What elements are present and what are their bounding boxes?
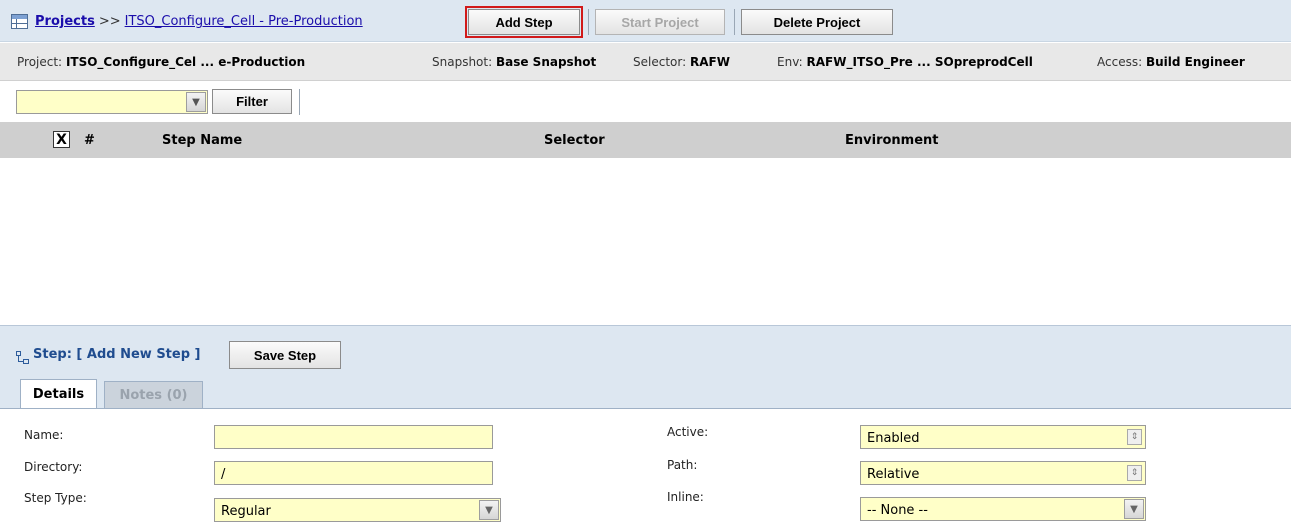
filter-divider [299, 89, 300, 115]
selector-value: RAFW [689, 55, 730, 69]
start-project-button[interactable]: Start Project [595, 9, 725, 35]
step-type-label: Step Type: [24, 491, 87, 505]
env-info: Env: RAFW_ITSO_Pre ... SOpreprodCell [777, 55, 1033, 69]
directory-label: Directory: [24, 460, 83, 474]
filter-combo[interactable]: ▼ [16, 90, 208, 114]
inline-select[interactable]: -- None -- ▼ [860, 497, 1146, 521]
breadcrumb-separator: >> [98, 14, 121, 29]
selector-info: Selector: RAFW [633, 55, 730, 69]
inline-label: Inline: [667, 490, 704, 504]
filter-button[interactable]: Filter [212, 89, 292, 114]
step-icon [16, 351, 30, 365]
tab-notes[interactable]: Notes (0) [104, 381, 203, 408]
access-info: Access: Build Engineer [1097, 55, 1245, 69]
directory-field-value: / [221, 467, 226, 482]
delete-project-button[interactable]: Delete Project [741, 9, 893, 35]
active-value: Enabled [867, 431, 920, 446]
toolbar-divider [588, 9, 589, 35]
path-label: Path: [667, 458, 698, 472]
selector-label: Selector: [633, 55, 687, 69]
snapshot-info: Snapshot: Base Snapshot [432, 55, 596, 69]
active-label: Active: [667, 425, 709, 439]
env-label: Env: [777, 55, 803, 69]
project-value: ITSO_Configure_Cel ... e-Production [65, 55, 306, 69]
access-value: Build Engineer [1145, 55, 1245, 69]
save-step-button[interactable]: Save Step [229, 341, 341, 369]
tab-details[interactable]: Details [20, 379, 97, 409]
path-select[interactable]: Relative ⇕ [860, 461, 1146, 485]
column-environment[interactable]: Environment [845, 133, 939, 148]
inline-value: -- None -- [867, 503, 928, 518]
name-field[interactable] [214, 425, 493, 449]
breadcrumb-projects-link[interactable]: Projects [35, 14, 95, 29]
spinner-icon[interactable]: ⇕ [1127, 465, 1142, 481]
snapshot-value: Base Snapshot [495, 55, 597, 69]
project-info: Project: ITSO_Configure_Cel ... e-Produc… [17, 55, 305, 69]
chevron-down-icon[interactable]: ▼ [1124, 499, 1144, 519]
breadcrumb: Projects >> ITSO_Configure_Cell - Pre-Prod… [35, 14, 363, 29]
spinner-icon[interactable]: ⇕ [1127, 429, 1142, 445]
column-number[interactable]: # [84, 133, 95, 148]
step-type-select[interactable]: Regular ▼ [214, 498, 501, 522]
chevron-down-icon[interactable]: ▼ [479, 500, 499, 520]
snapshot-label: Snapshot: [432, 55, 493, 69]
chevron-down-icon[interactable]: ▼ [186, 92, 206, 112]
path-value: Relative [867, 467, 920, 482]
access-label: Access: [1097, 55, 1143, 69]
column-step-name[interactable]: Step Name [162, 133, 242, 148]
steps-grid-body [0, 158, 1291, 325]
add-step-button[interactable]: Add Step [465, 6, 583, 38]
toolbar-divider [734, 9, 735, 35]
active-select[interactable]: Enabled ⇕ [860, 425, 1146, 449]
step-title: Step: [ Add New Step ] [33, 347, 201, 362]
breadcrumb-project-link[interactable]: ITSO_Configure_Cell - Pre-Production [125, 14, 363, 29]
env-value: RAFW_ITSO_Pre ... SOpreprodCell [806, 55, 1033, 69]
directory-field[interactable]: / [214, 461, 493, 485]
steps-grid-header: X # Step Name Selector Environment [0, 122, 1291, 158]
step-type-value: Regular [221, 504, 271, 519]
name-label: Name: [24, 428, 64, 442]
project-grid-icon [11, 14, 28, 29]
project-label: Project: [17, 55, 63, 69]
column-selector[interactable]: Selector [544, 133, 605, 148]
select-all-checkbox[interactable]: X [53, 131, 70, 148]
